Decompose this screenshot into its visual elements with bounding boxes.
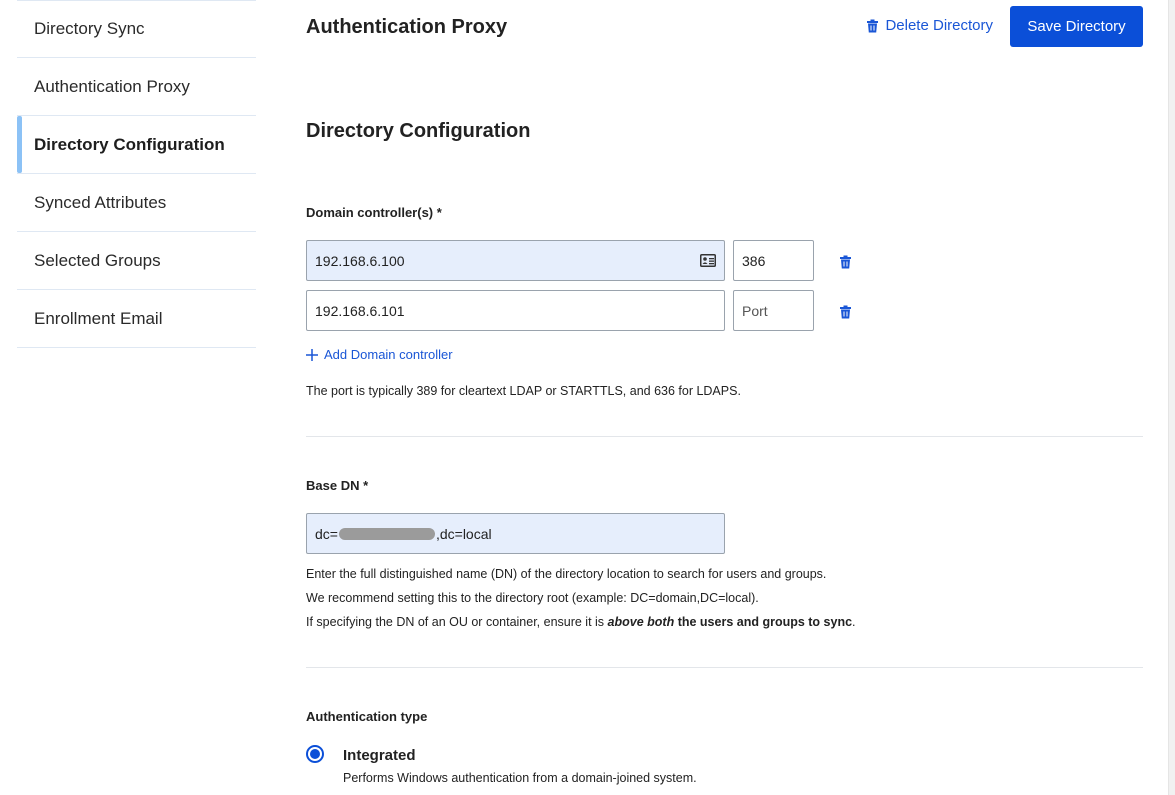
base-dn-help-line-3: If specifying the DN of an OU or contain… (306, 615, 856, 629)
domain-controllers-label: Domain controller(s) * (306, 205, 442, 220)
section-title: Directory Configuration (306, 120, 531, 142)
page-title: Authentication Proxy (306, 16, 508, 38)
sidebar-item-synced-attributes[interactable]: Synced Attributes (17, 174, 256, 232)
help-emphasis: above both (607, 615, 675, 629)
base-dn-label: Base DN * (306, 478, 369, 493)
sidebar-item-label: Enrollment Email (34, 308, 163, 328)
sidebar-item-label: Authentication Proxy (34, 76, 190, 96)
port-value: 386 (742, 252, 766, 269)
trash-icon (867, 19, 879, 32)
sidebar-item-label: Directory Sync (34, 19, 145, 38)
sidebar-item-enrollment-email[interactable]: Enrollment Email (17, 290, 256, 348)
delete-directory-button[interactable]: Delete Directory (866, 17, 993, 34)
domain-controller-host-value: 192.168.6.100 (315, 252, 405, 269)
domain-controller-host-input-1[interactable]: 192.168.6.100 (306, 240, 725, 281)
port-help-text: The port is typically 389 for cleartext … (306, 384, 741, 398)
sidebar-item-directory-sync[interactable]: Directory Sync (17, 0, 256, 58)
save-directory-button[interactable]: Save Directory (1010, 6, 1143, 47)
help-bold: the users and groups to sync (674, 615, 853, 629)
trash-icon[interactable] (839, 255, 852, 269)
integrated-radio[interactable] (306, 745, 324, 763)
base-dn-input[interactable]: dc= ,dc=local (306, 513, 725, 554)
sidebar-item-label: Selected Groups (34, 250, 161, 270)
base-dn-prefix: dc= (315, 525, 338, 542)
domain-controller-port-input-2[interactable]: Port (733, 290, 814, 331)
integrated-description: Performs Windows authentication from a d… (343, 771, 697, 785)
base-dn-help-line-2: We recommend setting this to the directo… (306, 591, 759, 605)
divider (306, 436, 1143, 437)
sidebar: Directory Sync Authentication Proxy Dire… (17, 0, 256, 348)
sidebar-item-label: Synced Attributes (34, 192, 167, 212)
add-domain-controller-label: Add Domain controller (324, 347, 453, 362)
add-domain-controller-button[interactable]: Add Domain controller (306, 347, 453, 362)
divider (306, 667, 1143, 668)
trash-icon[interactable] (839, 305, 852, 319)
base-dn-suffix: ,dc=local (435, 525, 492, 542)
sidebar-item-authentication-proxy[interactable]: Authentication Proxy (17, 58, 256, 116)
sidebar-item-directory-configuration[interactable]: Directory Configuration (17, 116, 256, 174)
authentication-type-label: Authentication type (306, 709, 428, 724)
help-text: If specifying the DN of an OU or contain… (306, 615, 608, 629)
help-text: . (852, 615, 856, 629)
delete-directory-label: Delete Directory (885, 17, 993, 34)
redacted-value (338, 527, 435, 540)
integrated-radio-label[interactable]: Integrated (343, 747, 416, 764)
port-placeholder: Port (742, 302, 768, 319)
domain-controller-host-value: 192.168.6.101 (315, 302, 405, 319)
sidebar-item-label: Directory Configuration (34, 134, 225, 154)
base-dn-help-line-1: Enter the full distinguished name (DN) o… (306, 567, 827, 581)
domain-controller-host-input-2[interactable]: 192.168.6.101 (306, 290, 725, 331)
plus-icon (306, 348, 318, 361)
scrollbar[interactable] (1168, 0, 1175, 795)
contact-card-icon[interactable] (700, 254, 716, 267)
domain-controller-port-input-1[interactable]: 386 (733, 240, 814, 281)
sidebar-item-selected-groups[interactable]: Selected Groups (17, 232, 256, 290)
